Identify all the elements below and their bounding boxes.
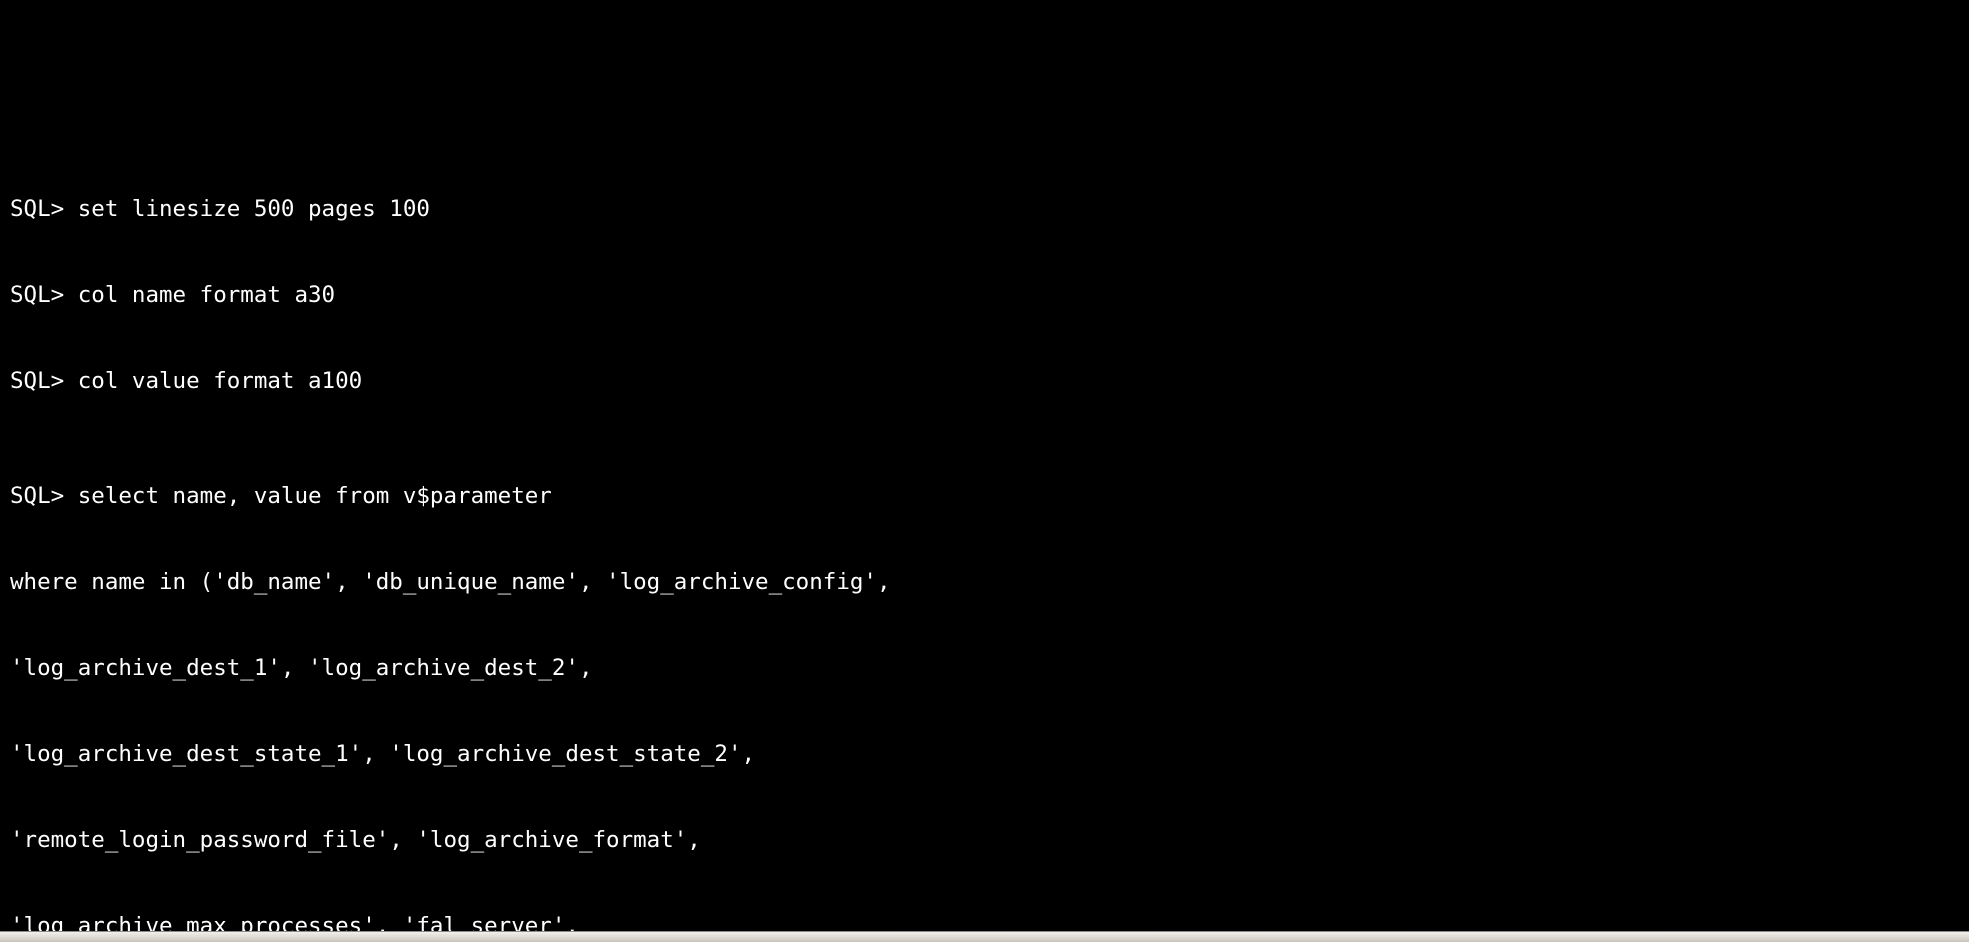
terminal-screen[interactable]: SQL> set linesize 500 pages 100 SQL> col… bbox=[10, 0, 1969, 942]
window-status-bar bbox=[0, 931, 1969, 942]
terminal-line-blank-top bbox=[10, 80, 1969, 109]
query-line-dest-state: 'log_archive_dest_state_1', 'log_archive… bbox=[10, 741, 756, 768]
query-line-remote-login: 'remote_login_password_file', 'log_archi… bbox=[10, 827, 701, 854]
command-line-set-linesize: SQL> set linesize 500 pages 100 bbox=[10, 195, 430, 222]
query-line-select: SQL> select name, value from v$parameter bbox=[10, 482, 552, 509]
status-bar-inner bbox=[0, 932, 1969, 942]
query-line-where: where name in ('db_name', 'db_unique_nam… bbox=[10, 568, 891, 595]
terminal-window[interactable]: SQL> set linesize 500 pages 100 SQL> col… bbox=[0, 0, 1969, 942]
command-line-col-name: SQL> col name format a30 bbox=[10, 282, 336, 308]
query-line-dest: 'log_archive_dest_1', 'log_archive_dest_… bbox=[10, 655, 593, 682]
command-line-col-value: SQL> col value format a100 bbox=[10, 368, 363, 395]
